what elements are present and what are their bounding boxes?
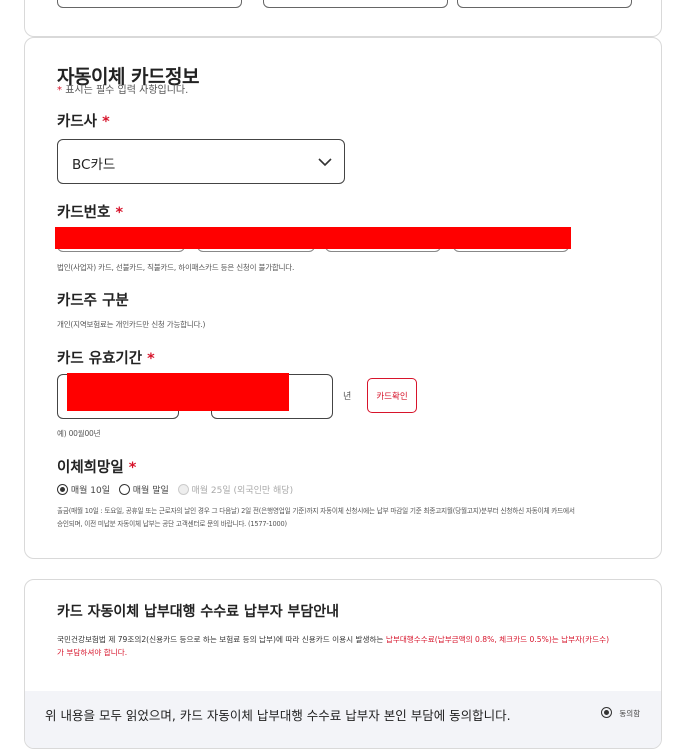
agreement-row: 위 내용을 모두 읽었으며, 카드 자동이체 납부대행 수수료 납부자 본인 부… [25, 691, 661, 748]
fee-notice-section: 카드 자동이체 납부대행 수수료 납부자 부담안내 국민건강보험법 제 79조의… [24, 579, 662, 749]
required-asterisk: * [57, 85, 62, 96]
card-company-label: 카드사 * [57, 114, 110, 130]
prev-input-1[interactable] [57, 0, 242, 8]
card-company-select[interactable]: BC카드 [57, 139, 345, 184]
radio-icon[interactable] [118, 484, 130, 495]
card-number-note: 법인(사업자) 카드, 선불카드, 직불카드, 하이패스카드 등은 신청이 불가… [57, 263, 295, 272]
card-verify-button[interactable]: 카드확인 [367, 378, 417, 413]
transfer-day-note-2: 승인되며, 이전 미납분 자동이체 납부는 공단 고객센터로 문의 바랍니다. … [57, 520, 287, 528]
card-number-label: 카드번호 * [57, 205, 124, 221]
prev-input-2[interactable] [263, 0, 448, 8]
agree-radio-icon[interactable] [601, 707, 612, 718]
previous-section-card [24, 0, 662, 37]
card-owner-label: 카드주 구분 [57, 293, 129, 309]
fee-text-2: 가 부담하셔야 합니다. [57, 648, 128, 657]
prev-input-3[interactable] [457, 0, 632, 8]
transfer-day-note-1: 출금(매월 10일 : 토요일, 공휴일 또는 근로자의 날인 경우 그 다음날… [57, 507, 575, 515]
agree-radio[interactable]: 동의함 [601, 707, 640, 719]
expiry-label: 카드 유효기간 * [57, 351, 155, 367]
card-owner-note: 개인(지역보험료는 개인카드만 신청 가능합니다.) [57, 320, 206, 329]
auto-transfer-card-section: 자동이체 카드정보 * 표시는 필수 입력 사항입니다. 카드사 * BC카드 … [24, 37, 662, 559]
fee-notice-text: 국민건강보험법 제 79조의2(신용카드 등으로 하는 보험료 등의 납부)에 … [57, 635, 610, 657]
expiry-example: 예) 00월00년 [57, 429, 101, 438]
option-25th: 매월 25일 (외국인만 해당) [177, 484, 293, 496]
option-month-end[interactable]: 매월 말일 [118, 484, 169, 496]
card-verify-button-label: 카드확인 [376, 391, 408, 402]
required-note: * 표시는 필수 입력 사항입니다. [57, 85, 189, 96]
agreement-text: 위 내용을 모두 읽었으며, 카드 자동이체 납부대행 수수료 납부자 본인 부… [45, 708, 511, 723]
option-10th[interactable]: 매월 10일 [57, 484, 110, 496]
transfer-day-label: 이체희망일 * [57, 460, 137, 476]
expiry-redaction [67, 373, 289, 411]
year-unit-label: 년 [343, 392, 352, 402]
card-company-selected-value: BC카드 [72, 157, 116, 173]
fee-notice-title: 카드 자동이체 납부대행 수수료 납부자 부담안내 [57, 604, 339, 620]
chevron-down-icon [318, 158, 332, 167]
radio-selected-icon[interactable] [57, 484, 68, 495]
card-number-redaction [55, 227, 571, 249]
fee-highlight: 납부대행수수료(납부금액의 0.8%, 체크카드 0.5%)는 납부자(카드수) [385, 635, 610, 644]
radio-disabled-icon [177, 484, 189, 495]
transfer-day-options: 매월 10일 매월 말일 매월 25일 (외국인만 해당) [57, 483, 293, 496]
